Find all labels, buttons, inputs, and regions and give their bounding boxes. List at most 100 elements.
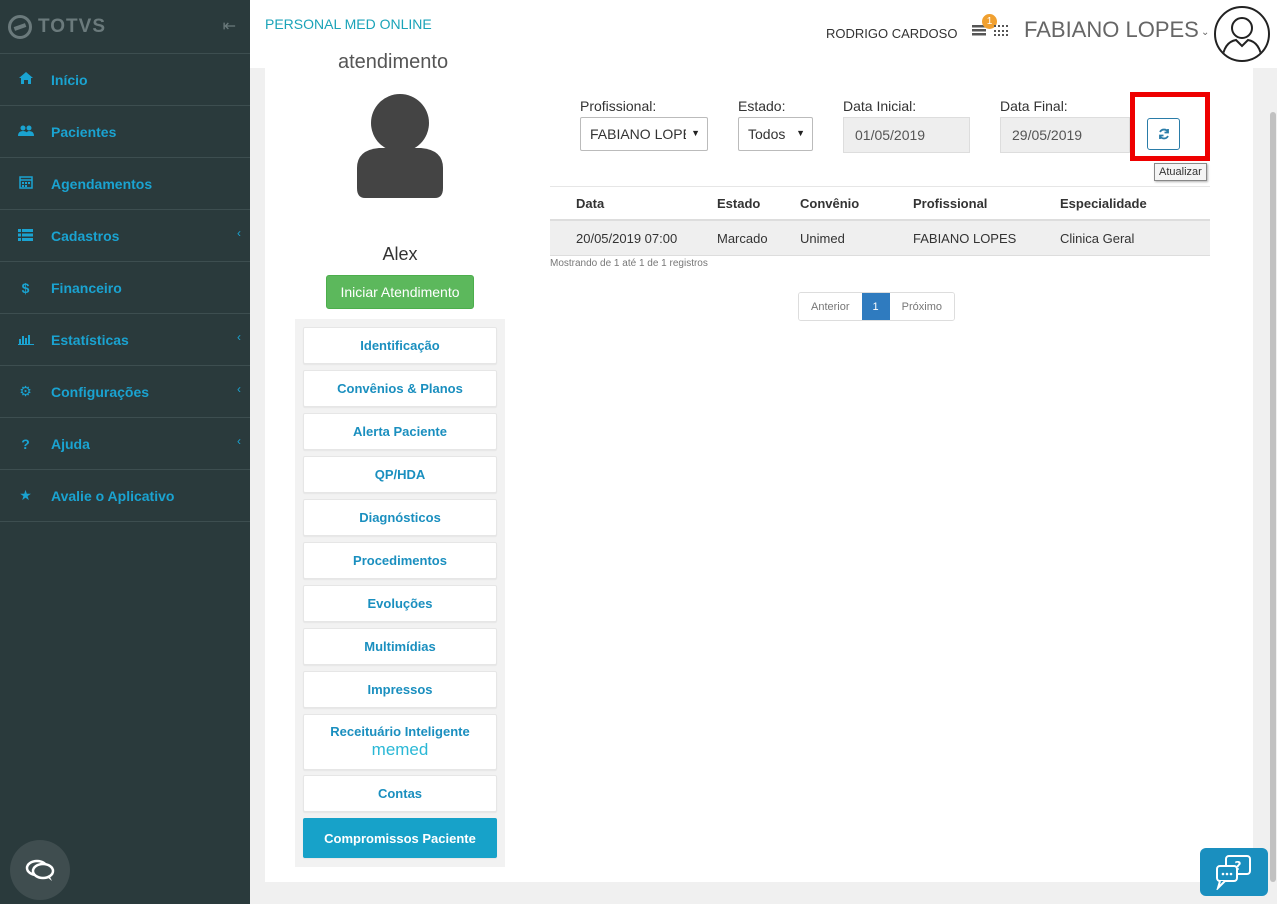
star-icon: ★ (19, 487, 32, 503)
data-final-label: Data Final: (1000, 98, 1068, 114)
memed-logo: memed (371, 740, 429, 759)
menu-procedimentos[interactable]: Procedimentos (303, 542, 497, 579)
secondary-user-name[interactable]: RODRIGO CARDOSO (826, 26, 957, 41)
data-inicial-field[interactable]: 01/05/2019 (843, 117, 970, 153)
sidebar: TOTVS ⇤ Início Pacientes Agendamentos Ca… (0, 0, 250, 904)
sidebar-item-inicio[interactable]: Início (0, 54, 250, 106)
brand-name: TOTVS (38, 15, 106, 37)
help-chat-button[interactable]: ? (1200, 848, 1268, 896)
menu-impressos[interactable]: Impressos (303, 671, 497, 708)
menu-diagnosticos[interactable]: Diagnósticos (303, 499, 497, 536)
pagination-next[interactable]: Próximo (889, 293, 954, 320)
list-icon (0, 228, 51, 244)
cell-estado: Marcado (717, 231, 768, 246)
section-title: atendimento (338, 51, 449, 73)
menu-alerta-paciente[interactable]: Alerta Paciente (303, 413, 497, 450)
estado-label: Estado: (738, 98, 786, 114)
main-user-name[interactable]: FABIANO LOPES (1024, 17, 1199, 43)
app-title: PERSONAL MED ONLINE (265, 16, 432, 32)
highlight-annotation (1130, 92, 1210, 161)
pagination-previous[interactable]: Anterior (799, 293, 862, 320)
pagination-page-1[interactable]: 1 (861, 293, 890, 320)
profissional-select[interactable]: FABIANO LOPES ▼ (580, 117, 708, 151)
column-header-data[interactable]: Data (576, 196, 604, 211)
chevron-left-icon: ‹ (237, 226, 241, 240)
sidebar-item-label: Pacientes (51, 123, 117, 140)
cell-convenio: Unimed (800, 231, 845, 246)
menu-qp-hda[interactable]: QP/HDA (303, 456, 497, 493)
menu-multimidias[interactable]: Multimídias (303, 628, 497, 665)
sidebar-item-label: Ajuda (51, 435, 90, 452)
sidebar-item-label: Estatísticas (51, 331, 129, 348)
help-chat-icon: ? (1216, 855, 1251, 890)
patient-photo-icon (357, 94, 443, 198)
chevron-left-icon: ‹ (237, 330, 241, 344)
dollar-icon: $ (21, 279, 30, 296)
data-final-field[interactable]: 29/05/2019 (1000, 117, 1130, 153)
data-inicial-label: Data Inicial: (843, 98, 917, 114)
sidebar-item-cadastros[interactable]: Cadastros ‹ (0, 210, 250, 262)
caret-down-icon: ▼ (691, 128, 700, 138)
menu-evolucoes[interactable]: Evoluções (303, 585, 497, 622)
appointments-table: Data Estado Convênio Profissional Especi… (550, 186, 1210, 256)
bar-chart-icon (0, 332, 51, 348)
cell-profissional: FABIANO LOPES (913, 231, 1017, 246)
table-header: Data Estado Convênio Profissional Especi… (550, 186, 1210, 221)
sidebar-item-avalie[interactable]: ★ Avalie o Aplicativo (0, 470, 250, 522)
sidebar-item-label: Financeiro (51, 279, 122, 296)
user-avatar-icon (1221, 17, 1263, 60)
pagination: Anterior 1 Próximo (798, 292, 955, 321)
estado-select-value: Todos (748, 126, 786, 142)
column-header-estado[interactable]: Estado (717, 196, 760, 211)
chevron-down-icon[interactable]: ⌄ (1201, 27, 1209, 38)
sidebar-item-ajuda[interactable]: ? Ajuda ‹ (0, 418, 250, 470)
menu-contas[interactable]: Contas (303, 775, 497, 812)
menu-convenios-planos[interactable]: Convênios & Planos (303, 370, 497, 407)
patient-name: Alex (382, 244, 418, 264)
totvs-logo-icon (8, 14, 32, 39)
question-icon: ? (21, 435, 30, 452)
column-header-especialidade[interactable]: Especialidade (1060, 196, 1147, 211)
patient-menu: Identificação Convênios & Planos Alerta … (295, 319, 505, 867)
users-icon (0, 124, 51, 140)
main-content: atendimento Alex Iniciar Atendimento Ide… (265, 51, 1253, 882)
chat-button[interactable] (10, 840, 70, 900)
profissional-select-value: FABIANO LOPES (590, 126, 686, 142)
estado-select[interactable]: Todos ▼ (738, 117, 813, 151)
collapse-sidebar-icon[interactable]: ⇤ (223, 16, 236, 36)
scrollbar-thumb[interactable] (1270, 112, 1276, 882)
sidebar-item-label: Configurações (51, 383, 150, 400)
sidebar-item-agendamentos[interactable]: Agendamentos (0, 158, 250, 210)
start-appointment-button[interactable]: Iniciar Atendimento (326, 275, 474, 309)
menu-receituario-inteligente[interactable]: Receituário Inteligente memed (303, 714, 497, 770)
chevron-left-icon: ‹ (237, 434, 241, 448)
menu-identificacao[interactable]: Identificação (303, 327, 497, 364)
sidebar-item-financeiro[interactable]: $ Financeiro (0, 262, 250, 314)
profissional-label: Profissional: (580, 98, 657, 114)
gear-icon: ⚙ (19, 383, 32, 399)
sidebar-item-pacientes[interactable]: Pacientes (0, 106, 250, 158)
table-row[interactable]: 20/05/2019 07:00 Marcado Unimed FABIANO … (550, 221, 1210, 256)
chevron-left-icon: ‹ (237, 382, 241, 396)
cell-data: 20/05/2019 07:00 (576, 231, 678, 246)
caret-down-icon: ▼ (796, 128, 805, 138)
brand: TOTVS ⇤ (0, 0, 250, 54)
sidebar-item-label: Cadastros (51, 227, 120, 244)
avatar[interactable] (1214, 6, 1270, 62)
calendar-icon (0, 175, 51, 192)
sidebar-item-configuracoes[interactable]: ⚙ Configurações ‹ (0, 366, 250, 418)
menu-compromissos-paciente[interactable]: Compromissos Paciente (303, 818, 497, 858)
home-icon (0, 71, 51, 88)
refresh-tooltip: Atualizar (1154, 163, 1207, 181)
sidebar-item-label: Agendamentos (51, 175, 153, 192)
sidebar-item-label: Avalie o Aplicativo (51, 487, 175, 504)
sidebar-item-label: Início (51, 71, 88, 88)
cell-especialidade: Clinica Geral (1060, 231, 1135, 246)
column-header-convenio[interactable]: Convênio (800, 196, 859, 211)
menu-label: Receituário Inteligente (330, 724, 470, 739)
table-info: Mostrando de 1 até 1 de 1 registros (550, 258, 708, 269)
chat-icon (25, 859, 55, 881)
column-header-profissional[interactable]: Profissional (913, 196, 987, 211)
sidebar-item-estatisticas[interactable]: Estatísticas ‹ (0, 314, 250, 366)
apps-grid-icon[interactable] (994, 25, 1008, 37)
